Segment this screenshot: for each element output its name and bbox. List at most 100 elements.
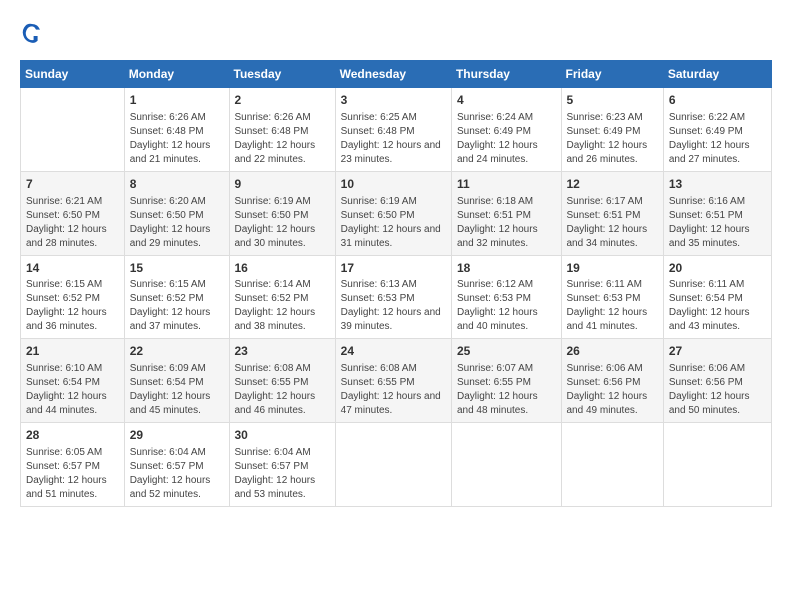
day-cell: 12 Sunrise: 6:17 AM Sunset: 6:51 PM Dayl… [561, 171, 663, 255]
day-number: 9 [235, 176, 330, 193]
day-cell: 13 Sunrise: 6:16 AM Sunset: 6:51 PM Dayl… [663, 171, 771, 255]
day-cell: 17 Sunrise: 6:13 AM Sunset: 6:53 PM Dayl… [335, 255, 451, 339]
daylight: Daylight: 12 hours and 34 minutes. [567, 223, 658, 251]
sunrise: Sunrise: 6:24 AM [457, 111, 556, 125]
week-row: 28 Sunrise: 6:05 AM Sunset: 6:57 PM Dayl… [21, 423, 772, 507]
day-cell: 26 Sunrise: 6:06 AM Sunset: 6:56 PM Dayl… [561, 339, 663, 423]
sunrise: Sunrise: 6:15 AM [130, 278, 224, 292]
day-cell [335, 423, 451, 507]
day-cell: 20 Sunrise: 6:11 AM Sunset: 6:54 PM Dayl… [663, 255, 771, 339]
daylight: Daylight: 12 hours and 21 minutes. [130, 139, 224, 167]
day-number: 17 [341, 260, 446, 277]
daylight: Daylight: 12 hours and 40 minutes. [457, 306, 556, 334]
sunset: Sunset: 6:54 PM [130, 376, 224, 390]
day-number: 16 [235, 260, 330, 277]
day-number: 3 [341, 92, 446, 109]
day-cell [451, 423, 561, 507]
daylight: Daylight: 12 hours and 46 minutes. [235, 390, 330, 418]
sunset: Sunset: 6:54 PM [669, 292, 766, 306]
logo [20, 20, 48, 44]
sunset: Sunset: 6:51 PM [457, 209, 556, 223]
sunrise: Sunrise: 6:14 AM [235, 278, 330, 292]
sunrise: Sunrise: 6:19 AM [235, 195, 330, 209]
sunset: Sunset: 6:49 PM [567, 125, 658, 139]
day-number: 23 [235, 343, 330, 360]
day-number: 6 [669, 92, 766, 109]
daylight: Daylight: 12 hours and 35 minutes. [669, 223, 766, 251]
day-cell [663, 423, 771, 507]
sunset: Sunset: 6:55 PM [457, 376, 556, 390]
daylight: Daylight: 12 hours and 36 minutes. [26, 306, 119, 334]
daylight: Daylight: 12 hours and 32 minutes. [457, 223, 556, 251]
sunset: Sunset: 6:57 PM [235, 460, 330, 474]
sunrise: Sunrise: 6:18 AM [457, 195, 556, 209]
sunrise: Sunrise: 6:23 AM [567, 111, 658, 125]
day-number: 2 [235, 92, 330, 109]
day-number: 12 [567, 176, 658, 193]
sunrise: Sunrise: 6:10 AM [26, 362, 119, 376]
sunrise: Sunrise: 6:04 AM [235, 446, 330, 460]
day-number: 26 [567, 343, 658, 360]
daylight: Daylight: 12 hours and 47 minutes. [341, 390, 446, 418]
daylight: Daylight: 12 hours and 41 minutes. [567, 306, 658, 334]
day-cell: 9 Sunrise: 6:19 AM Sunset: 6:50 PM Dayli… [229, 171, 335, 255]
sunrise: Sunrise: 6:13 AM [341, 278, 446, 292]
day-number: 1 [130, 92, 224, 109]
day-number: 22 [130, 343, 224, 360]
sunset: Sunset: 6:56 PM [567, 376, 658, 390]
sunset: Sunset: 6:50 PM [26, 209, 119, 223]
sunset: Sunset: 6:48 PM [341, 125, 446, 139]
sunset: Sunset: 6:49 PM [457, 125, 556, 139]
daylight: Daylight: 12 hours and 22 minutes. [235, 139, 330, 167]
daylight: Daylight: 12 hours and 30 minutes. [235, 223, 330, 251]
day-number: 13 [669, 176, 766, 193]
day-cell: 15 Sunrise: 6:15 AM Sunset: 6:52 PM Dayl… [124, 255, 229, 339]
sunset: Sunset: 6:57 PM [26, 460, 119, 474]
sunset: Sunset: 6:52 PM [235, 292, 330, 306]
calendar-table: SundayMondayTuesdayWednesdayThursdayFrid… [20, 60, 772, 507]
daylight: Daylight: 12 hours and 52 minutes. [130, 474, 224, 502]
daylight: Daylight: 12 hours and 26 minutes. [567, 139, 658, 167]
day-cell: 16 Sunrise: 6:14 AM Sunset: 6:52 PM Dayl… [229, 255, 335, 339]
sunset: Sunset: 6:54 PM [26, 376, 119, 390]
day-cell: 21 Sunrise: 6:10 AM Sunset: 6:54 PM Dayl… [21, 339, 125, 423]
day-cell: 27 Sunrise: 6:06 AM Sunset: 6:56 PM Dayl… [663, 339, 771, 423]
day-cell: 7 Sunrise: 6:21 AM Sunset: 6:50 PM Dayli… [21, 171, 125, 255]
day-cell [561, 423, 663, 507]
daylight: Daylight: 12 hours and 43 minutes. [669, 306, 766, 334]
sunrise: Sunrise: 6:26 AM [235, 111, 330, 125]
day-cell: 30 Sunrise: 6:04 AM Sunset: 6:57 PM Dayl… [229, 423, 335, 507]
header-row: SundayMondayTuesdayWednesdayThursdayFrid… [21, 61, 772, 88]
day-cell: 14 Sunrise: 6:15 AM Sunset: 6:52 PM Dayl… [21, 255, 125, 339]
sunset: Sunset: 6:53 PM [341, 292, 446, 306]
sunrise: Sunrise: 6:21 AM [26, 195, 119, 209]
sunrise: Sunrise: 6:06 AM [669, 362, 766, 376]
sunrise: Sunrise: 6:06 AM [567, 362, 658, 376]
day-cell: 19 Sunrise: 6:11 AM Sunset: 6:53 PM Dayl… [561, 255, 663, 339]
sunrise: Sunrise: 6:08 AM [235, 362, 330, 376]
day-cell: 2 Sunrise: 6:26 AM Sunset: 6:48 PM Dayli… [229, 88, 335, 172]
day-cell: 25 Sunrise: 6:07 AM Sunset: 6:55 PM Dayl… [451, 339, 561, 423]
logo-icon [20, 20, 44, 44]
header-day: Tuesday [229, 61, 335, 88]
sunset: Sunset: 6:51 PM [567, 209, 658, 223]
day-number: 4 [457, 92, 556, 109]
sunset: Sunset: 6:50 PM [130, 209, 224, 223]
day-cell [21, 88, 125, 172]
sunset: Sunset: 6:48 PM [235, 125, 330, 139]
header-day: Monday [124, 61, 229, 88]
day-number: 21 [26, 343, 119, 360]
week-row: 1 Sunrise: 6:26 AM Sunset: 6:48 PM Dayli… [21, 88, 772, 172]
daylight: Daylight: 12 hours and 28 minutes. [26, 223, 119, 251]
sunrise: Sunrise: 6:11 AM [567, 278, 658, 292]
day-number: 28 [26, 427, 119, 444]
day-number: 25 [457, 343, 556, 360]
day-cell: 28 Sunrise: 6:05 AM Sunset: 6:57 PM Dayl… [21, 423, 125, 507]
sunrise: Sunrise: 6:22 AM [669, 111, 766, 125]
sunset: Sunset: 6:55 PM [235, 376, 330, 390]
day-number: 30 [235, 427, 330, 444]
day-number: 20 [669, 260, 766, 277]
sunrise: Sunrise: 6:09 AM [130, 362, 224, 376]
sunset: Sunset: 6:51 PM [669, 209, 766, 223]
header-day: Wednesday [335, 61, 451, 88]
